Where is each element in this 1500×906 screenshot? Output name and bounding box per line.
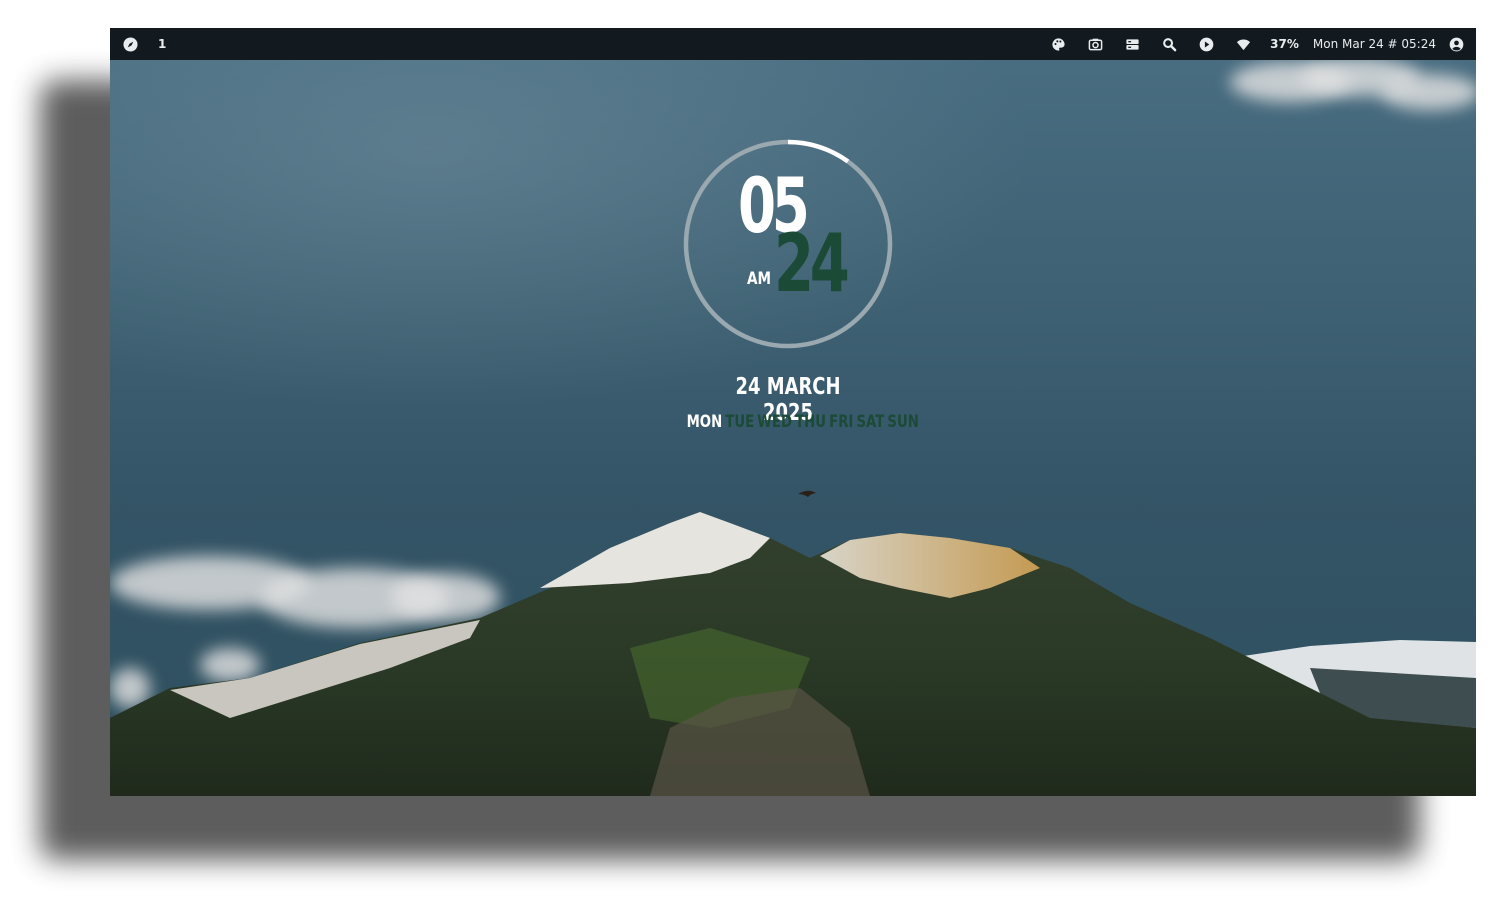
clock-minutes: 24 [774, 217, 850, 310]
weekday-fri: FRI [829, 412, 854, 432]
clock-ring-progress [787, 139, 850, 164]
weekday-tue: TUE [725, 412, 755, 432]
battery-percentage[interactable]: 37% [1270, 37, 1299, 51]
bar-right: 37% Mon Mar 24 # 05:24 [1040, 28, 1476, 60]
weekday-mon: MON [686, 412, 723, 432]
weekday-row: MON TUE WED THU FRI SAT SUN [686, 412, 919, 432]
palette-icon[interactable] [1040, 28, 1077, 60]
clock-period: AM [747, 269, 772, 289]
search-icon[interactable] [1151, 28, 1188, 60]
bar-left: 1 [110, 28, 166, 60]
bar-datetime[interactable]: Mon Mar 24 # 05:24 [1313, 37, 1436, 51]
weekday-wed: WED [757, 412, 792, 432]
compass-icon[interactable] [120, 28, 140, 60]
wifi-icon[interactable] [1225, 28, 1262, 60]
top-bar: 1 37% Mon Mar 24 # 05:24 [110, 28, 1476, 60]
desktop-screen: 1 37% Mon Mar 24 # 05:24 05 AM 24 24 MAR… [110, 28, 1476, 796]
server-icon[interactable] [1114, 28, 1151, 60]
camera-icon[interactable] [1077, 28, 1114, 60]
play-icon[interactable] [1188, 28, 1225, 60]
weekday-sun: SUN [887, 412, 919, 432]
bird-silhouette [798, 490, 816, 497]
weekday-sat: SAT [856, 412, 885, 432]
user-icon[interactable] [1442, 28, 1470, 60]
weekday-thu: THU [795, 412, 827, 432]
workspace-indicator[interactable]: 1 [158, 37, 166, 51]
